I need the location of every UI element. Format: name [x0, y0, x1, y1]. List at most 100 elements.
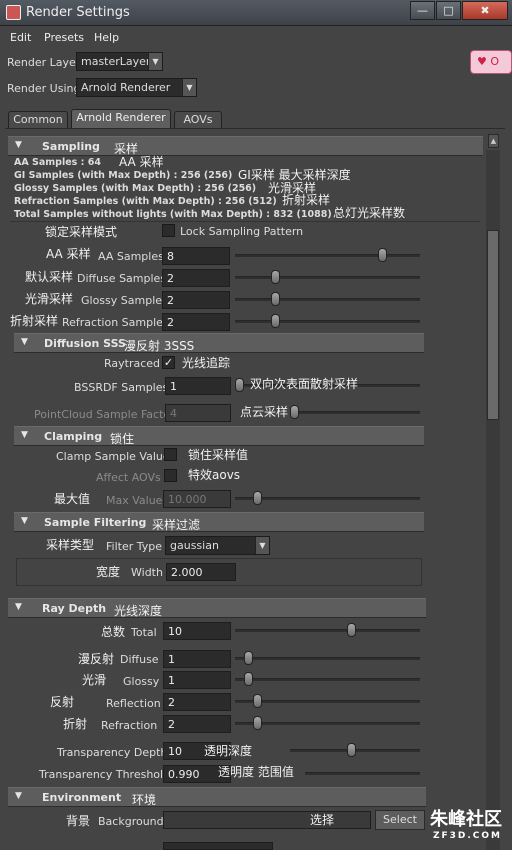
max-value-slider-handle[interactable]	[253, 491, 262, 505]
raytraced-checkbox[interactable]: ✓	[162, 356, 175, 369]
total-depth-field[interactable]: 10	[163, 622, 231, 640]
environment-title: Environment	[42, 791, 122, 804]
title-bar: Render Settings — □ ✖	[0, 0, 512, 26]
vertical-scrollbar[interactable]	[486, 150, 500, 850]
plugin-logo-badge[interactable]: ♥ O	[470, 50, 512, 74]
max-value-field[interactable]: 10.000	[163, 490, 231, 508]
render-using-dropdown[interactable]: Arnold Renderer ▼	[76, 78, 197, 97]
sample-filtering-title: Sample Filtering	[44, 516, 147, 529]
background-field[interactable]	[163, 811, 371, 829]
transparency-threshold-label: Transparency Threshold	[39, 768, 171, 781]
diffuse-samples-slider[interactable]	[235, 276, 420, 279]
menu-presets[interactable]: Presets	[44, 31, 84, 44]
lock-sampling-label: Lock Sampling Pattern	[180, 225, 304, 238]
diffuse-samples-field[interactable]: 2	[162, 269, 230, 287]
reflection-depth-slider[interactable]	[235, 700, 420, 703]
pointcloud-factor-field[interactable]: 4	[165, 404, 231, 422]
render-layer-dropdown[interactable]: masterLayer ▼	[76, 52, 163, 71]
refraction-depth-label: Refraction	[101, 719, 158, 732]
max-value-slider[interactable]	[235, 497, 420, 500]
refraction-samples-slider[interactable]	[235, 320, 420, 323]
filter-type-value: gaussian	[170, 539, 219, 552]
watermark-text: 朱峰社区	[430, 809, 502, 830]
lock-sampling-checkbox[interactable]	[162, 224, 175, 237]
aa-samples-slider-handle[interactable]	[377, 248, 387, 262]
bssrdf-samples-label: BSSRDF Samples	[74, 381, 169, 394]
pointcloud-factor-zh: 点云采样	[240, 405, 289, 419]
aa-samples-slider[interactable]	[235, 254, 420, 257]
total-depth-label: Total	[131, 626, 157, 639]
maximize-button[interactable]: □	[436, 1, 461, 20]
info-aa-samples: AA Samples : 64	[14, 157, 101, 168]
clamp-sample-values-label: Clamp Sample Values	[56, 450, 176, 463]
aa-samples-field[interactable]: 8	[162, 247, 230, 265]
clamping-section-header[interactable]: ▼ Clamping 锁住	[14, 426, 424, 446]
sampling-section-header[interactable]: ▼ Sampling 采样	[8, 136, 483, 156]
aa-samples-label: AA Samples	[98, 250, 164, 263]
watermark-sub: ZF3D.COM	[432, 831, 502, 841]
ray-depth-title-zh: 光线深度	[114, 604, 163, 618]
glossy-samples-slider[interactable]	[235, 298, 420, 301]
ray-depth-section-header[interactable]: ▼ Ray Depth 光线深度	[8, 598, 426, 618]
clamping-title-zh: 锁住	[110, 432, 135, 446]
total-depth-slider-handle[interactable]	[346, 623, 356, 637]
diffuse-depth-slider-handle[interactable]	[244, 651, 253, 665]
diffuse-depth-field[interactable]: 1	[163, 650, 231, 668]
reflection-depth-field[interactable]: 2	[163, 693, 231, 711]
refraction-depth-field[interactable]: 2	[163, 715, 231, 733]
refraction-samples-slider-handle[interactable]	[271, 314, 280, 328]
max-value-label: Max Value	[106, 494, 163, 507]
pointcloud-factor-slider[interactable]	[290, 411, 420, 414]
render-using-label: Render Using	[7, 82, 81, 95]
tab-arnold-renderer[interactable]: Arnold Renderer	[71, 109, 171, 128]
transparency-threshold-slider[interactable]	[305, 772, 420, 775]
info-total-samples: Total Samples without lights (with Max D…	[14, 209, 332, 220]
diffuse-depth-slider[interactable]	[235, 657, 420, 660]
render-layer-label: Render Layer	[7, 56, 81, 69]
clamp-sample-values-checkbox[interactable]	[164, 448, 177, 461]
diffusion-sss-section-header[interactable]: ▼ Diffusion SSS 漫反射 3SSS	[14, 333, 424, 353]
filter-type-dropdown[interactable]: gaussian ▼	[165, 536, 270, 555]
scroll-up-icon[interactable]: ▲	[488, 134, 499, 148]
environment-section-header[interactable]: ▼ Environment 环境	[8, 787, 426, 807]
info-aa-samples-zh: AA 采样	[119, 155, 164, 169]
glossy-samples-slider-handle[interactable]	[271, 292, 280, 306]
filter-width-field[interactable]: 2.000	[166, 563, 236, 581]
filter-type-label: Filter Type	[106, 540, 163, 553]
transparency-depth-slider-handle[interactable]	[346, 743, 356, 757]
glossy-samples-field[interactable]: 2	[162, 291, 230, 309]
bssrdf-samples-field[interactable]: 1	[165, 377, 231, 395]
glossy-depth-slider[interactable]	[235, 678, 420, 681]
app-icon	[6, 5, 21, 20]
atmosphere-dropdown[interactable]	[163, 842, 273, 850]
raytraced-zh: 光线追踪	[182, 356, 231, 370]
affect-aovs-zh: 特效aovs	[188, 468, 241, 482]
reflection-depth-slider-handle[interactable]	[253, 694, 262, 708]
glossy-depth-field[interactable]: 1	[163, 671, 231, 689]
reflection-depth-label: Reflection	[106, 697, 161, 710]
diffusion-sss-title: Diffusion SSS	[44, 337, 126, 350]
sample-filtering-section-header[interactable]: ▼ Sample Filtering 采样过滤	[14, 512, 424, 532]
divider	[10, 221, 480, 222]
minimize-button[interactable]: —	[410, 1, 435, 20]
affect-aovs-checkbox[interactable]	[164, 469, 177, 482]
total-depth-slider[interactable]	[235, 629, 420, 632]
diffuse-samples-slider-handle[interactable]	[271, 270, 280, 284]
chevron-down-icon: ▼	[182, 79, 196, 96]
scrollbar-thumb[interactable]	[487, 230, 499, 420]
background-select-button[interactable]: Select	[375, 810, 425, 830]
pointcloud-factor-slider-handle[interactable]	[290, 405, 299, 419]
transparency-depth-zh: 透明深度	[204, 744, 253, 758]
refraction-depth-slider-handle[interactable]	[253, 716, 262, 730]
menu-help[interactable]: Help	[94, 31, 119, 44]
glossy-depth-slider-handle[interactable]	[244, 672, 253, 686]
refraction-depth-slider[interactable]	[235, 722, 420, 725]
menu-edit[interactable]: Edit	[10, 31, 31, 44]
tab-common[interactable]: Common	[8, 111, 68, 128]
info-refraction-samples-zh: 折射采样	[282, 193, 331, 207]
tab-aovs[interactable]: AOVs	[174, 111, 222, 128]
bssrdf-samples-slider-handle[interactable]	[235, 378, 244, 392]
refraction-samples-field[interactable]: 2	[162, 313, 230, 331]
filter-type-zh: 采样类型	[46, 538, 95, 552]
close-button[interactable]: ✖	[462, 1, 508, 20]
